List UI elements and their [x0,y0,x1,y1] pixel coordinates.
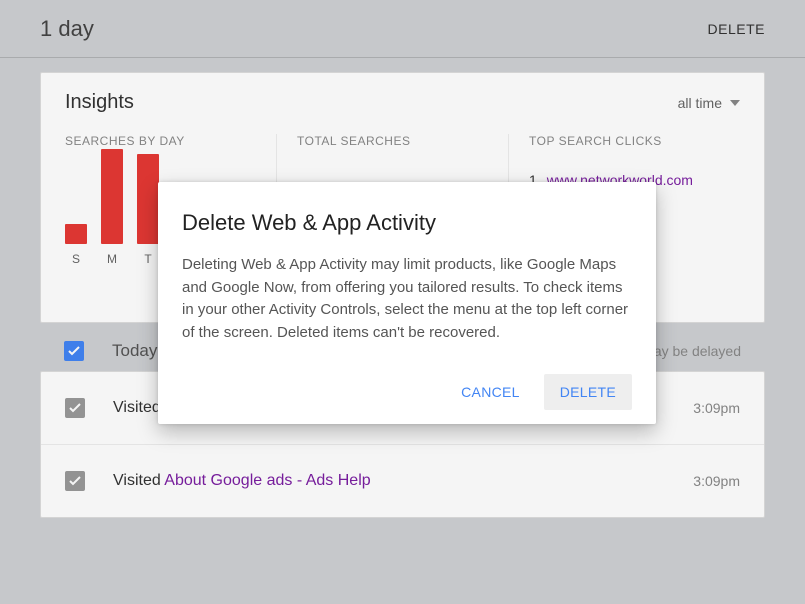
cancel-button[interactable]: CANCEL [445,374,536,410]
dialog-body: Deleting Web & App Activity may limit pr… [182,254,632,344]
confirm-delete-button[interactable]: DELETE [544,374,632,410]
dialog-title: Delete Web & App Activity [182,210,632,236]
delete-dialog: Delete Web & App Activity Deleting Web &… [158,182,656,424]
